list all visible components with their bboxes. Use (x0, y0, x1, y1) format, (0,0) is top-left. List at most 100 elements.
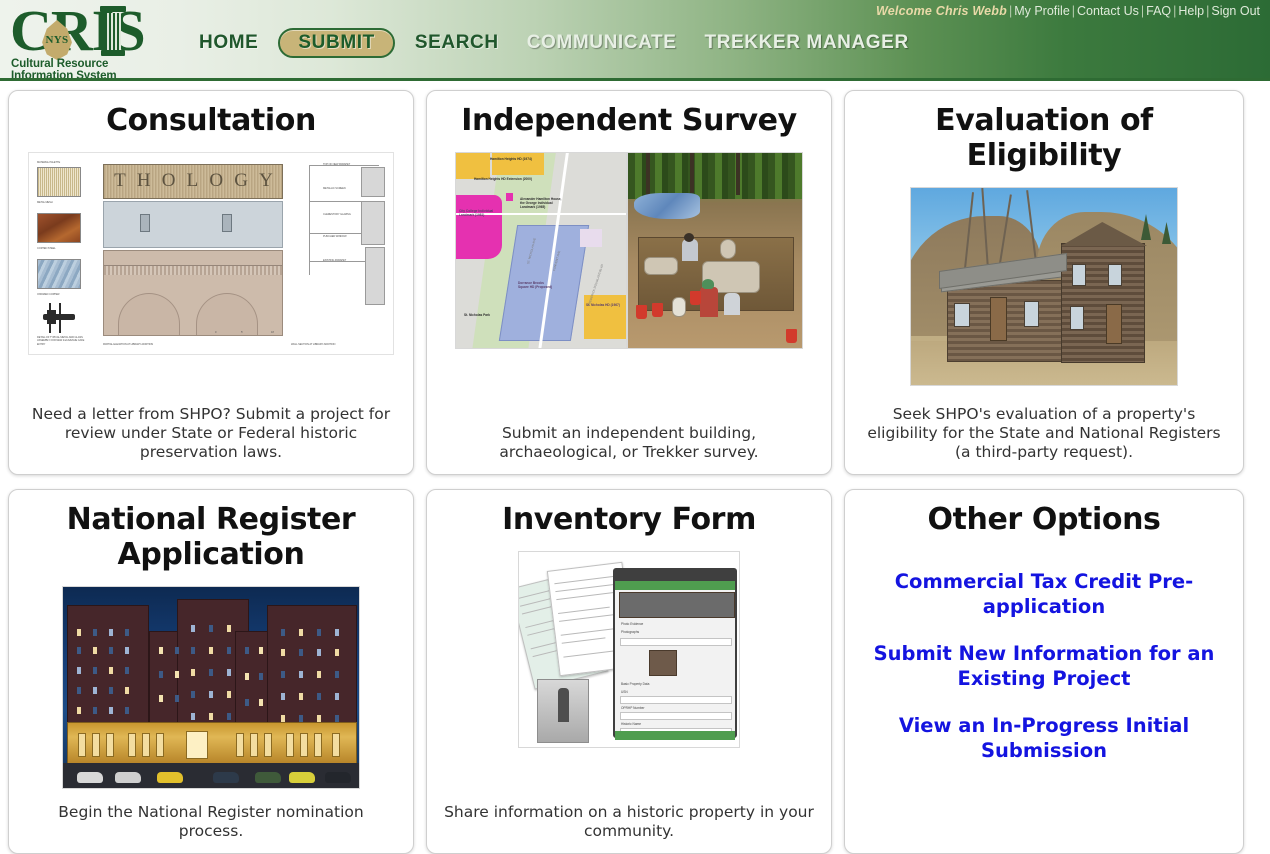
taxi-car (157, 772, 183, 783)
nav-item-home[interactable]: HOME (185, 28, 272, 58)
hotel-illuminated-base (67, 722, 357, 764)
field-label-usn: USN (621, 690, 628, 694)
card-inventory-form[interactable]: Inventory Form (426, 489, 832, 854)
scale-tick-5: 5' (241, 331, 243, 334)
map-district-magenta (456, 195, 502, 259)
bar-separator: | (1070, 4, 1077, 18)
submit-new-information-link[interactable]: Submit New Information for an Existing P… (855, 641, 1233, 691)
swatch-label-corten: CORTEN STEEL (37, 247, 56, 250)
material-swatch-corten (37, 213, 81, 243)
scale-tick-0: 0 (215, 331, 216, 334)
map-parcel-pink (580, 229, 602, 247)
excavation-bucket (652, 303, 663, 317)
detail-caption: DETAIL OF TYPICAL METAL AND GLASS ASSEMB… (37, 336, 91, 346)
window (1108, 264, 1122, 286)
main-navigation: HOME SUBMIT SEARCH COMMUNICATE TREKKER M… (185, 28, 923, 58)
elevation-cornice (104, 265, 282, 275)
card-description-inventory-form: Share information on a historic property… (437, 793, 821, 845)
card-title-evaluation: Evaluation of Eligibility (855, 103, 1233, 173)
section-label-basic-property-data: Basic Property Data (621, 682, 649, 686)
nav-item-search[interactable]: SEARCH (401, 28, 513, 58)
elevation-midband (103, 201, 283, 248)
user-bar: Welcome Chris Webb|My Profile|Contact Us… (876, 3, 1260, 19)
stone-slab (644, 257, 678, 275)
card-description-national-register: Begin the National Register nomination p… (19, 793, 403, 845)
map-label-st-nicholas-park: St. Nicholas Park (464, 313, 490, 317)
nav-item-communicate[interactable]: COMMUNICATE (513, 28, 691, 58)
card-evaluation-of-eligibility[interactable]: Evaluation of Eligibility (844, 90, 1244, 475)
material-swatch-metal-mesh (37, 167, 81, 197)
card-other-options: Other Options Commercial Tax Credit Pre-… (844, 489, 1244, 854)
section-label-clerestory: CLERESTORY GLAZING (323, 213, 351, 216)
map-label-hh-extension: Hamilton Heights HD Extension (2000) (474, 177, 532, 181)
column-capital (100, 6, 126, 12)
material-swatch-copper (37, 259, 81, 289)
card-title-consultation: Consultation (106, 103, 316, 138)
building-letters: T H O L O G Y (109, 170, 279, 192)
historic-photograph (537, 679, 589, 743)
parked-car (115, 772, 141, 783)
excavation-bucket (690, 291, 701, 305)
front-door (990, 297, 1007, 341)
field-label-historic-name: Historic Name (621, 722, 641, 726)
letter: G (234, 170, 249, 192)
map-label-city-college: City College Individual Landmark (1981) (459, 209, 499, 217)
my-profile-link[interactable]: My Profile (1014, 4, 1070, 18)
wall-section-drawing: TOP OF NEW PARAPET METALLIC SCREEN CLERE… (297, 161, 389, 337)
sign-out-link[interactable]: Sign Out (1211, 4, 1260, 18)
help-link[interactable]: Help (1178, 4, 1204, 18)
card-national-register-application[interactable]: National Register Application (8, 489, 414, 854)
column-shaft (105, 13, 121, 50)
other-options-link-list: Commercial Tax Credit Pre-application Su… (855, 569, 1233, 763)
wall-profile (365, 247, 385, 305)
view-in-progress-submission-link[interactable]: View an In-Progress Initial Submission (855, 713, 1233, 763)
form-banner-photo (619, 592, 735, 618)
sample-container (672, 297, 686, 317)
nav-item-trekker-manager[interactable]: TREKKER MANAGER (690, 28, 922, 58)
faq-link[interactable]: FAQ (1146, 4, 1171, 18)
section-caption: WALL SECTION AT LIBRARY ADDITION (291, 343, 335, 346)
site-header: Welcome Chris Webb|My Profile|Contact Us… (0, 0, 1270, 81)
archaeologist-figure (700, 287, 718, 317)
parked-car (213, 772, 239, 783)
architectural-elevation-drawing: MATERIAL PALETTE METAL MESH CORTEN STEEL… (28, 152, 394, 355)
thumbnail-photo (649, 650, 677, 676)
nav-item-submit[interactable]: SUBMIT (278, 28, 394, 58)
section-label-photo-evidence: Photo Evidence (621, 622, 643, 626)
contact-us-link[interactable]: Contact Us (1077, 4, 1139, 18)
letter: L (187, 170, 200, 192)
elevation-caption: PARTIAL ELEVATION AT LIBRARY ADDITION (103, 343, 153, 346)
device-status-bar (615, 570, 735, 581)
tree-trunk (690, 153, 694, 193)
card-title-independent-survey: Independent Survey (461, 103, 797, 138)
swatch-label-palette: MATERIAL PALETTE (37, 161, 60, 164)
scale-tick-10: 10' (271, 331, 274, 334)
inventory-form-documents-collage: Photo Evidence Photographs Basic Propert… (518, 551, 740, 748)
archaeologist-head (684, 233, 694, 242)
submit-options-grid: Consultation MATERIAL PALETTE METAL MESH… (0, 84, 1270, 852)
card-description-consultation: Need a letter from SHPO? Submit a projec… (19, 395, 403, 466)
app-footer-bar (615, 731, 735, 740)
section-label-photographs: Photographs (621, 630, 639, 634)
swatch-label-metal-mesh: METAL MESH (37, 201, 53, 204)
blue-tarp (634, 193, 700, 219)
window (954, 303, 970, 327)
commercial-tax-credit-link[interactable]: Commercial Tax Credit Pre-application (855, 569, 1233, 619)
monument-figure (558, 688, 569, 722)
parked-car (255, 772, 281, 783)
side-door (1106, 304, 1122, 344)
card-title-other-options: Other Options (927, 502, 1160, 537)
dimension-line (309, 165, 310, 275)
nys-badge-label: NYS (46, 34, 69, 46)
wall-lamp-icon (140, 214, 150, 232)
section-label-existing-parapet: EXISTING PARAPET (323, 259, 346, 262)
window (1072, 264, 1086, 286)
section-label-metallic-screen: METALLIC SCREEN (323, 187, 346, 190)
cris-logo[interactable]: CRIS NYS Cultural Resource Information S… (6, 2, 171, 74)
rock-cairn (720, 239, 736, 259)
wall-profile (361, 201, 385, 245)
section-label-punched-window: PUNCHED WINDOW (323, 235, 347, 238)
card-consultation[interactable]: Consultation MATERIAL PALETTE METAL MESH… (8, 90, 414, 475)
card-independent-survey[interactable]: Independent Survey Hamilton Heights HD (… (426, 90, 832, 475)
arched-opening (118, 293, 180, 335)
